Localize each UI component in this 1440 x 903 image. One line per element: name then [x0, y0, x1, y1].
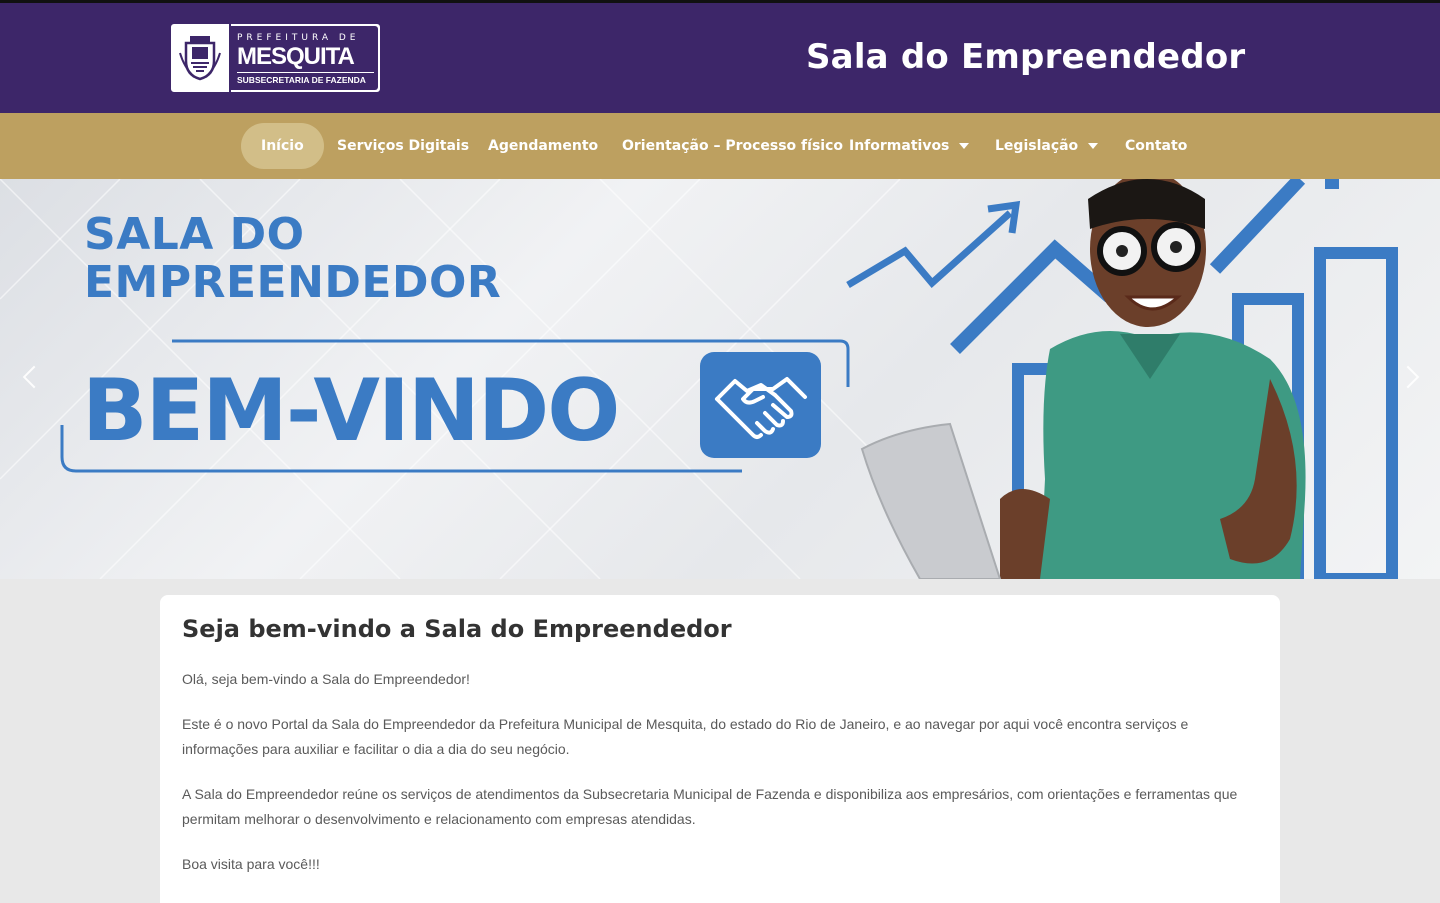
nav-item-label: Contato [1125, 138, 1188, 154]
welcome-paragraph-2: Este é o novo Portal da Sala do Empreend… [182, 716, 1189, 757]
chevron-down-icon [959, 143, 970, 149]
hero-heading-line1: SALA DO [84, 209, 305, 260]
welcome-paragraph-3: A Sala do Empreendedor reúne os serviços… [182, 786, 1238, 827]
hero-heading-line2: EMPREENDEDOR [84, 257, 502, 308]
nav-item-servicos-digitais[interactable]: Serviços Digitais [337, 123, 469, 169]
nav-item-label: Legislação [995, 138, 1079, 154]
welcome-paragraph-4: Boa visita para você!!! [182, 856, 320, 872]
nav-item-label: Informativos [849, 138, 950, 154]
welcome-paragraph-1: Olá, seja bem-vindo a Sala do Empreended… [182, 671, 470, 687]
hero-welcome-text: BEM-VINDO [82, 361, 620, 461]
nav-item-agendamento[interactable]: Agendamento [488, 123, 598, 169]
nav-item-contato[interactable]: Contato [1125, 123, 1187, 169]
logo-prefeitura-mesquita[interactable]: PREFEITURA DE MESQUITA SUBSECRETARIA DE … [170, 23, 381, 93]
logo-subtitle-text: SUBSECRETARIA DE FAZENDA [237, 72, 374, 85]
chevron-down-icon [1088, 143, 1099, 149]
site-title: Sala do Empreendedor [806, 37, 1246, 77]
nav-item-label: Orientação – Processo físico [622, 138, 843, 154]
welcome-title: Seja bem-vindo a Sala do Empreendedor [182, 615, 732, 643]
nav-item-label: Serviços Digitais [337, 138, 470, 154]
nav-item-legislacao[interactable]: Legislação [995, 123, 1099, 169]
nav-item-orientacao[interactable]: Orientação – Processo físico [622, 123, 843, 169]
welcome-card: Seja bem-vindo a Sala do Empreendedor Ol… [160, 595, 1280, 903]
nav-item-informativos[interactable]: Informativos [849, 123, 970, 169]
logo-city-text: MESQUITA [237, 43, 355, 70]
nav-item-label: Início [261, 138, 304, 154]
handshake-icon [700, 352, 821, 458]
hero-banner: SALA DO EMPREENDEDOR BEM-VINDO [0, 179, 1440, 579]
nav-item-label: Agendamento [488, 138, 599, 154]
coat-of-arms-icon [171, 24, 231, 92]
nav-item-inicio[interactable]: Início [241, 123, 324, 169]
site-header: PREFEITURA DE MESQUITA SUBSECRETARIA DE … [0, 0, 1440, 113]
main-nav: Início Serviços Digitais Agendamento Ori… [0, 113, 1440, 179]
